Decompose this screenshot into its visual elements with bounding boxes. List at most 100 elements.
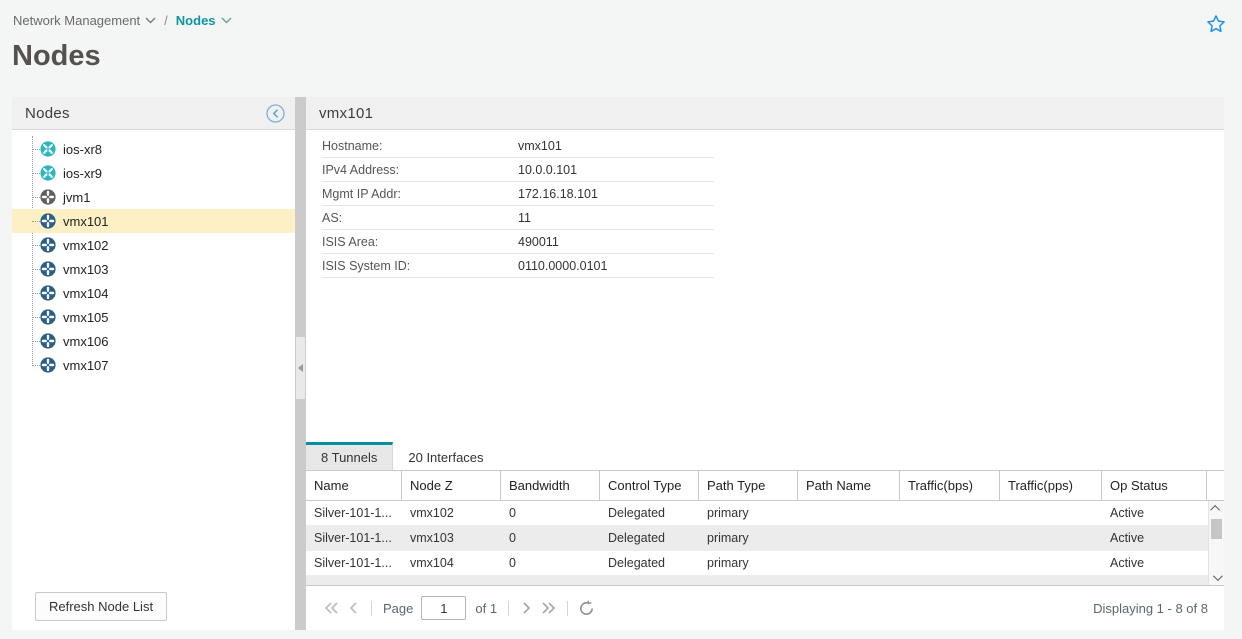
last-page-icon[interactable]: [538, 597, 560, 619]
node-label: vmx104: [63, 286, 109, 301]
tab-tunnels[interactable]: 8 Tunnels: [306, 442, 393, 470]
column-header-traffic-pps[interactable]: Traffic(pps): [1000, 471, 1102, 500]
prev-page-icon[interactable]: [342, 597, 364, 619]
first-page-icon[interactable]: [320, 597, 342, 619]
next-page-icon[interactable]: [516, 597, 538, 619]
node-type-icon: [40, 285, 56, 301]
breadcrumb-nodes[interactable]: Nodes: [176, 13, 232, 28]
detail-value: 172.16.18.101: [518, 187, 598, 201]
column-header-traffic-bps[interactable]: Traffic(bps): [900, 471, 1000, 500]
splitter-collapse-handle[interactable]: [296, 337, 305, 399]
node-type-icon: [40, 261, 56, 277]
breadcrumb-separator: /: [164, 13, 168, 28]
collapse-panel-icon[interactable]: [266, 104, 285, 123]
breadcrumb-label: Nodes: [176, 13, 216, 28]
detail-row: ISIS System ID: 0110.0000.0101: [322, 254, 714, 278]
table-row[interactable]: Silver-101-1...vmx1030 Delegatedprimary …: [306, 526, 1224, 551]
pagination-divider: [567, 601, 568, 616]
node-type-icon: [40, 357, 56, 373]
detail-row: ISIS Area: 490011: [322, 230, 714, 254]
node-type-icon: [40, 213, 56, 229]
detail-value: 10.0.0.101: [518, 163, 577, 177]
tree-node-item[interactable]: vmx106: [12, 329, 295, 353]
node-label: vmx105: [63, 310, 109, 325]
panel-splitter[interactable]: [295, 97, 306, 630]
column-header-node-z[interactable]: Node Z: [402, 471, 501, 500]
nodes-list-panel: Nodes ios-xr8 ios-xr9 jvm1 vmx101 vmx102…: [12, 97, 295, 630]
detail-row: Mgmt IP Addr: 172.16.18.101: [322, 182, 714, 206]
breadcrumb-network-management[interactable]: Network Management: [13, 13, 156, 28]
nodes-panel-title: Nodes: [25, 105, 70, 122]
detail-value: vmx101: [518, 139, 562, 153]
tree-node-item[interactable]: vmx105: [12, 305, 295, 329]
tree-node-item[interactable]: ios-xr8: [12, 137, 295, 161]
scroll-up-icon[interactable]: [1209, 501, 1224, 516]
detail-label: Hostname:: [322, 139, 518, 153]
detail-panel-title: vmx101: [319, 105, 373, 122]
detail-label: Mgmt IP Addr:: [322, 187, 518, 201]
pagination-divider: [508, 601, 509, 616]
detail-row: Hostname: vmx101: [322, 134, 714, 158]
tree-node-item[interactable]: vmx103: [12, 257, 295, 281]
pagination-divider: [371, 601, 372, 616]
tree-node-item[interactable]: vmx102: [12, 233, 295, 257]
pagination-bar: Page of 1 Displaying 1 - 8 of 8: [306, 585, 1224, 630]
splitter-arrow-icon: [298, 364, 303, 372]
page-title: Nodes: [12, 40, 101, 73]
table-scrollbar[interactable]: [1208, 501, 1224, 585]
tab-label: 20 Interfaces: [408, 450, 483, 465]
detail-value: 0110.0000.0101: [518, 259, 607, 273]
node-label: ios-xr9: [63, 166, 102, 181]
node-label: vmx106: [63, 334, 109, 349]
tree-node-item[interactable]: vmx104: [12, 281, 295, 305]
node-label: vmx103: [63, 262, 109, 277]
table-row[interactable]: Silver-101-1...vmx1020 Delegatedprimary …: [306, 501, 1224, 526]
scrollbar-thumb[interactable]: [1211, 519, 1222, 539]
node-type-icon: [40, 237, 56, 253]
tunnels-table-body: Silver-101-1...vmx1020 Delegatedprimary …: [306, 501, 1224, 585]
page-number-input[interactable]: [421, 596, 466, 620]
detail-label: ISIS Area:: [322, 235, 518, 249]
tree-node-item[interactable]: vmx101: [12, 209, 295, 233]
detail-row: AS: 11: [322, 206, 714, 230]
chevron-down-icon: [145, 17, 156, 24]
detail-label: IPv4 Address:: [322, 163, 518, 177]
column-header-path-type[interactable]: Path Type: [699, 471, 798, 500]
node-type-icon: [40, 333, 56, 349]
detail-label: ISIS System ID:: [322, 259, 518, 273]
left-panel-footer: Refresh Node List: [12, 592, 295, 630]
nodes-page: Network Management / Nodes Nodes Nodes i…: [0, 0, 1242, 639]
favorite-star-icon[interactable]: [1205, 13, 1227, 35]
detail-value: 490011: [518, 235, 559, 249]
node-tree: ios-xr8 ios-xr9 jvm1 vmx101 vmx102 vmx10…: [12, 130, 295, 592]
tab-interfaces[interactable]: 20 Interfaces: [393, 442, 498, 470]
node-type-icon: [40, 309, 56, 325]
node-type-icon: [40, 189, 56, 205]
table-row[interactable]: Silver-101-1...vmx1040 Delegatedprimary …: [306, 551, 1224, 576]
node-type-icon: [40, 141, 56, 157]
refresh-icon[interactable]: [575, 597, 597, 619]
breadcrumb-label: Network Management: [13, 13, 140, 28]
column-header-bandwidth[interactable]: Bandwidth: [501, 471, 600, 500]
partial-next-row: [306, 576, 1224, 585]
refresh-node-list-button[interactable]: Refresh Node List: [35, 592, 167, 621]
node-label: vmx107: [63, 358, 109, 373]
column-header-control-type[interactable]: Control Type: [600, 471, 699, 500]
scroll-down-icon[interactable]: [1209, 570, 1224, 585]
node-label: ios-xr8: [63, 142, 102, 157]
tunnels-table-header: Name Node Z Bandwidth Control Type Path …: [306, 471, 1224, 501]
detail-label: AS:: [322, 211, 518, 225]
displaying-status: Displaying 1 - 8 of 8: [1093, 601, 1208, 616]
node-detail-fields: Hostname: vmx101 IPv4 Address: 10.0.0.10…: [306, 130, 1224, 278]
tree-node-item[interactable]: ios-xr9: [12, 161, 295, 185]
column-header-op-status[interactable]: Op Status: [1102, 471, 1207, 500]
column-header-name[interactable]: Name: [306, 471, 402, 500]
page-of-label: of 1: [475, 601, 497, 616]
chevron-down-icon: [221, 17, 232, 24]
tree-node-item[interactable]: jvm1: [12, 185, 295, 209]
column-header-path-name[interactable]: Path Name: [798, 471, 900, 500]
detail-row: IPv4 Address: 10.0.0.101: [322, 158, 714, 182]
node-label: jvm1: [63, 190, 90, 205]
tree-node-item[interactable]: vmx107: [12, 353, 295, 377]
detail-panel-spacer: [306, 278, 1224, 442]
